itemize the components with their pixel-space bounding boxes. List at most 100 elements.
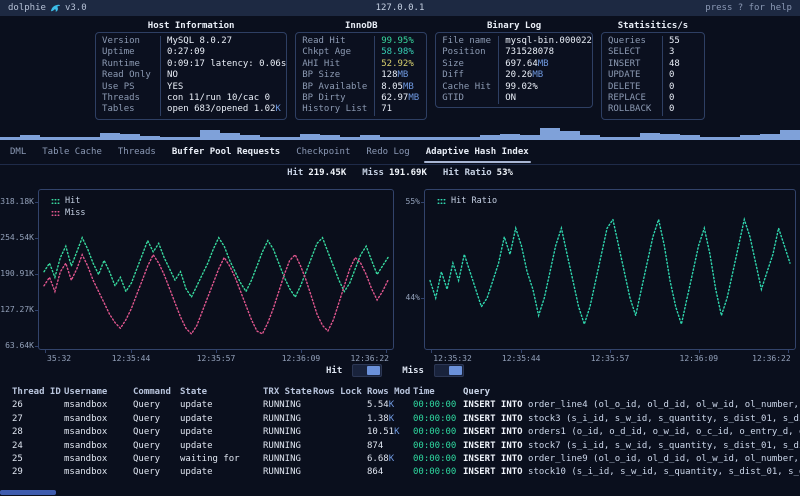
panel-row-label: Runtime [96, 58, 162, 71]
switch-knob-icon [448, 366, 462, 375]
y-axis-label: 318.18K [0, 197, 34, 206]
time-cell: 00:00:00 [413, 413, 457, 424]
process-row[interactable]: 29 msandbox Query update RUNNING 864 00:00:00 I… [0, 466, 800, 479]
panel-body: File name mysql-bin.000022 Position 7315280… [435, 32, 593, 109]
panel-row: Uptime 0:27:09 [96, 47, 286, 59]
process-row[interactable]: 26 msandbox Query update RUNNING 5.54K 00:00:0… [0, 399, 800, 412]
hit-ratio-stat-label: Hit Ratio [442, 168, 492, 178]
host-address: 127.0.0.1 [375, 3, 425, 13]
spark-bar [160, 137, 180, 140]
spark-bar [620, 137, 640, 140]
legend-item: Hit [51, 196, 85, 206]
tab-threads[interactable]: Threads [118, 147, 156, 157]
panel-row-label: Tables [96, 104, 162, 116]
thread-id-cell: 28 [12, 427, 23, 438]
y-axis-tick [35, 202, 39, 203]
panel-row-value: 58.98% [381, 47, 414, 58]
legend-item: Miss [51, 208, 85, 218]
spark-bar [0, 137, 20, 140]
rows-mod-cell: 1.38K [367, 413, 395, 424]
username-cell: msandbox [64, 467, 108, 478]
state-cell: waiting for [180, 454, 240, 465]
spark-bar [660, 134, 680, 140]
spark-bar [420, 137, 440, 140]
miss-series-switch[interactable] [433, 364, 464, 377]
panel-body: Read Hit 99.95% Chkpt Age 58.98% AHI Hit 52.9… [295, 32, 428, 120]
tab-redo-log[interactable]: Redo Log [366, 147, 409, 157]
scrollbar-thumb[interactable] [0, 490, 56, 495]
panel-row: Version MySQL 8.0.27 [96, 36, 286, 48]
legend-label: Hit Ratio [451, 196, 498, 206]
legend-label: Miss [65, 208, 86, 218]
trx-state-cell: RUNNING [263, 440, 301, 451]
spark-bar [140, 136, 160, 140]
thread-id-cell: 26 [12, 400, 23, 411]
tab-checkpoint[interactable]: Checkpoint [296, 147, 350, 157]
panel-row-value: 20.26MB [505, 70, 544, 81]
panel-row-value: 697.64MB [505, 58, 549, 69]
panel-row-value: 3 [668, 47, 675, 58]
value-unit: MB [397, 70, 409, 81]
trx-state-cell: RUNNING [263, 467, 301, 478]
column-header: Rows Mod [367, 387, 411, 397]
app-version: v3.0 [64, 3, 87, 13]
panel-row-value: 55 [668, 36, 680, 46]
panel-row: Read Hit 99.95% [296, 36, 426, 48]
process-row[interactable]: 28 msandbox Query update RUNNING 10.51K 00:00:… [0, 426, 800, 439]
x-axis-label: 12:36:22 [752, 354, 791, 363]
miss-stat-label: Miss [362, 168, 384, 178]
tab-dml[interactable]: DML [10, 147, 26, 157]
panel-row: Diff 20.26MB [436, 70, 592, 82]
panel-row-label: REPLACE [602, 93, 663, 105]
y-axis-tick [421, 298, 425, 299]
panel-row-value: 0 [668, 104, 675, 115]
legend-label: Hit [65, 196, 81, 206]
series-hit-ratio [429, 216, 791, 327]
value-unit: K [388, 400, 395, 411]
rows-lock-cell [313, 440, 367, 453]
series-miss [43, 252, 389, 336]
sql-keyword: INSERT INTO [463, 467, 529, 478]
time-cell: 00:00:00 [413, 427, 457, 438]
tab-table-cache[interactable]: Table Cache [42, 147, 102, 157]
y-axis-tick [35, 238, 39, 239]
x-axis-tick [521, 349, 523, 353]
panel-row-label: History List [296, 104, 376, 116]
spark-bar [580, 135, 600, 140]
dolphie-app: dolphie v3.0 127.0.0.1 press ? for help … [0, 0, 800, 496]
panel-row: BP Size 128MB [296, 70, 426, 82]
panel-row-value: NO [167, 70, 178, 81]
panel-row-value: MySQL 8.0.27 [167, 36, 233, 46]
query-cell: INSERT INTO stock10 (s_i_id, s_w_id, s_q… [463, 467, 800, 478]
trx-state-cell: RUNNING [263, 427, 301, 438]
panel-row-label: Read Only [96, 70, 162, 82]
horizontal-scrollbar[interactable] [0, 489, 800, 496]
spark-bar [320, 135, 340, 140]
metric-tabs: DML Table Cache Threads Buffer Pool Request… [0, 140, 800, 165]
statistics-panel: Statisitics/s Queries 55 SELECT 3 INSERT 48 UP… [600, 20, 705, 120]
panel-row: Use PS YES [96, 81, 286, 94]
panel-row: Runtime 0:09:17 latency: 0.06s [96, 58, 286, 71]
spark-bar [260, 137, 280, 140]
username-cell: msandbox [64, 440, 108, 451]
tab-adaptive-hash-index[interactable]: Adaptive Hash Index [423, 147, 531, 163]
chart-canvas [43, 235, 389, 336]
ahi-hit-miss-chart: Hit Miss 318.18K 254.54K 190.91K 127.27K 63.64… [0, 189, 394, 363]
process-row[interactable]: 24 msandbox Query update RUNNING 874 00:00:00 I… [0, 440, 800, 453]
panel-title: Statisitics/s [617, 21, 689, 31]
y-axis-tick [35, 346, 39, 347]
host-information-panel: Host Information Version MySQL 8.0.27 Upti… [95, 20, 288, 120]
panel-row: Position 731528078 [436, 47, 592, 59]
spark-bar [180, 137, 200, 140]
sql-keyword: INSERT INTO [463, 440, 529, 451]
hit-series-switch[interactable] [352, 364, 383, 377]
panel-row-label: Diff [436, 70, 500, 82]
series-dots-icon [51, 209, 60, 217]
process-row[interactable]: 25 msandbox Query waiting for RUNNING 6.68K 00… [0, 453, 800, 466]
app-name: dolphie [8, 3, 46, 13]
value-unit: K [275, 104, 281, 115]
tab-buffer-pool-requests[interactable]: Buffer Pool Requests [172, 147, 280, 157]
panel-row-value: mysql-bin.000022 [505, 36, 592, 46]
value-unit: MB [532, 70, 544, 81]
process-row[interactable]: 27 msandbox Query update RUNNING 1.38K 00:00:0… [0, 413, 800, 426]
